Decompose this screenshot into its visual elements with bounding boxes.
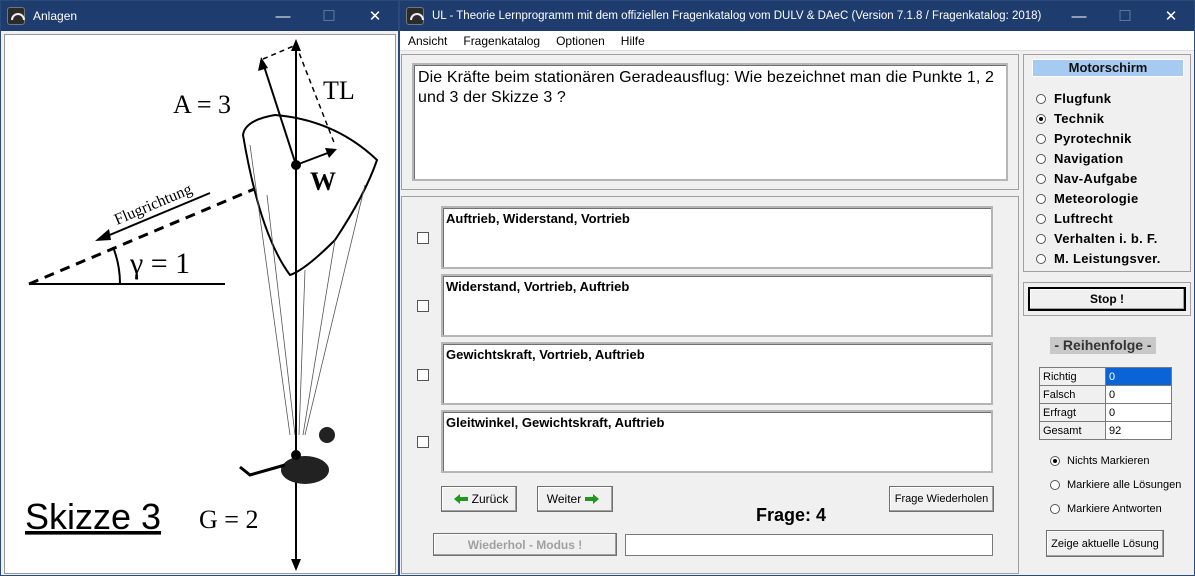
stats-table: Richtig 0 Falsch 0 Erfragt 0 Gesamt 92 <box>1039 367 1172 440</box>
category-option-4[interactable]: Navigation <box>1036 151 1123 166</box>
maximize-button[interactable]: ☐ <box>306 1 352 31</box>
category-radio[interactable] <box>1036 153 1046 164</box>
category-label: Navigation <box>1054 151 1124 166</box>
paraglider-force-diagram: A = 3 TL W Flugrichtung γ = 1 G = 2 Skiz… <box>25 39 379 571</box>
category-label: Luftrecht <box>1054 211 1114 226</box>
label-a: A = 3 <box>173 90 231 119</box>
category-label: Pyrotechnik <box>1054 131 1132 146</box>
question-text: Die Kräfte beim stationären Geradeausflu… <box>412 63 1008 181</box>
menu-ansicht[interactable]: Ansicht <box>400 34 455 48</box>
mark-label: Nichts Markieren <box>1067 455 1150 467</box>
back-label: Zurück <box>471 492 509 506</box>
category-radio[interactable] <box>1036 133 1046 144</box>
answer-option-2[interactable]: Widerstand, Vortrieb, Auftrieb <box>441 274 993 337</box>
attachments-title: Anlagen <box>33 9 78 23</box>
category-radio[interactable] <box>1036 193 1046 204</box>
menu-optionen[interactable]: Optionen <box>548 34 613 48</box>
answer-option-1[interactable]: Auftrieb, Widerstand, Vortrieb <box>441 206 993 269</box>
show-solution-button[interactable]: Zeige aktuelle Lösung <box>1046 530 1164 557</box>
stats-row-falsch: Falsch 0 <box>1039 385 1172 404</box>
category-option-7[interactable]: Luftrecht <box>1036 211 1113 226</box>
arrow-right-icon <box>585 494 600 504</box>
category-radio[interactable] <box>1036 213 1046 224</box>
stats-row-richtig: Richtig 0 <box>1039 367 1172 386</box>
answer-checkbox-1[interactable] <box>417 232 429 244</box>
mark-radio[interactable] <box>1050 456 1060 466</box>
question-counter-value: 4 <box>816 505 827 525</box>
stats-row-gesamt: Gesamt 92 <box>1039 421 1172 440</box>
arrow-left-icon <box>453 494 468 504</box>
answer-option-3[interactable]: Gewichtskraft, Vortrieb, Auftrieb <box>441 342 993 405</box>
label-gamma: γ = 1 <box>129 247 190 280</box>
menu-fragenkatalog[interactable]: Fragenkatalog <box>455 34 548 48</box>
stats-row-erfragt: Erfragt 0 <box>1039 403 1172 422</box>
category-option-2[interactable]: Technik <box>1036 111 1104 126</box>
category-option-1[interactable]: Flugfunk <box>1036 91 1111 106</box>
mark-radio[interactable] <box>1050 504 1060 514</box>
question-counter: Frage: 4 <box>756 505 826 526</box>
sketch-caption: Skizze 3 <box>25 496 161 537</box>
category-radio[interactable] <box>1036 253 1046 264</box>
menu-hilfe[interactable]: Hilfe <box>613 34 653 48</box>
stop-button[interactable]: Stop ! <box>1028 287 1186 311</box>
mark-option-2[interactable]: Markiere alle Lösungen <box>1050 479 1181 491</box>
next-button[interactable]: Weiter <box>537 486 613 512</box>
attachments-window: Anlagen — ☐ ✕ A = 3 TL W Flugrichtung γ … <box>0 0 399 576</box>
sketch-image: A = 3 TL W Flugrichtung γ = 1 G = 2 Skiz… <box>4 34 396 574</box>
question-panel: Die Kräfte beim stationären Geradeausflu… <box>401 54 1019 190</box>
category-label: Technik <box>1054 111 1105 126</box>
category-option-8[interactable]: Verhalten i. b. F. <box>1036 231 1158 246</box>
answer-checkbox-2[interactable] <box>417 300 429 312</box>
back-button[interactable]: Zurück <box>441 486 517 512</box>
repeat-mode-button[interactable]: Wiederhol - Modus ! <box>433 533 617 556</box>
category-radio[interactable] <box>1036 113 1046 124</box>
category-label: Flugfunk <box>1054 91 1112 106</box>
repeat-question-button[interactable]: Frage Wiederholen <box>889 486 994 512</box>
status-field <box>625 534 993 556</box>
answer-checkbox-4[interactable] <box>417 436 429 448</box>
mark-option-3[interactable]: Markiere Antworten <box>1050 503 1162 515</box>
mark-radio[interactable] <box>1050 480 1060 490</box>
mark-label: Markiere alle Lösungen <box>1067 479 1182 491</box>
main-title-bar[interactable]: UL - Theorie Lernprogramm mit dem offizi… <box>400 1 1194 31</box>
attachments-title-bar[interactable]: Anlagen — ☐ ✕ <box>1 1 398 31</box>
minimize-button[interactable]: — <box>260 1 306 31</box>
category-panel: Motorschirm Flugfunk Technik Pyrotechnik Na… <box>1023 54 1191 272</box>
label-w: W <box>310 167 336 196</box>
question-counter-label: Frage: <box>756 505 812 525</box>
category-option-3[interactable]: Pyrotechnik <box>1036 131 1132 146</box>
answer-option-4[interactable]: Gleitwinkel, Gewichtskraft, Auftrieb <box>441 410 993 473</box>
close-button[interactable]: ✕ <box>1148 1 1194 31</box>
stop-panel: Stop ! <box>1023 282 1191 316</box>
category-header: Motorschirm <box>1032 59 1184 77</box>
category-option-9[interactable]: M. Leistungsver. <box>1036 251 1161 266</box>
category-option-6[interactable]: Meteorologie <box>1036 191 1139 206</box>
category-label: Meteorologie <box>1054 191 1139 206</box>
category-radio[interactable] <box>1036 173 1046 184</box>
close-button[interactable]: ✕ <box>352 1 398 31</box>
category-label: Nav-Aufgabe <box>1054 171 1138 186</box>
category-label: Verhalten i. b. F. <box>1054 231 1158 246</box>
category-option-5[interactable]: Nav-Aufgabe <box>1036 171 1137 186</box>
next-label: Weiter <box>546 492 582 506</box>
minimize-button[interactable]: — <box>1056 1 1102 31</box>
app-icon <box>7 7 25 25</box>
app-icon <box>406 7 424 25</box>
mark-option-1[interactable]: Nichts Markieren <box>1050 455 1150 467</box>
mark-label: Markiere Antworten <box>1067 503 1162 515</box>
category-label: M. Leistungsver. <box>1054 251 1161 266</box>
label-g: G = 2 <box>199 505 258 534</box>
maximize-button[interactable]: ☐ <box>1102 1 1148 31</box>
menu-bar: Ansicht Fragenkatalog Optionen Hilfe <box>400 31 1194 51</box>
main-title: UL - Theorie Lernprogramm mit dem offizi… <box>432 10 1042 22</box>
category-radio[interactable] <box>1036 93 1046 104</box>
category-radio[interactable] <box>1036 233 1046 244</box>
label-tl: TL <box>323 76 355 105</box>
answer-checkbox-3[interactable] <box>417 369 429 381</box>
order-label: - Reihenfolge - <box>1050 337 1156 354</box>
